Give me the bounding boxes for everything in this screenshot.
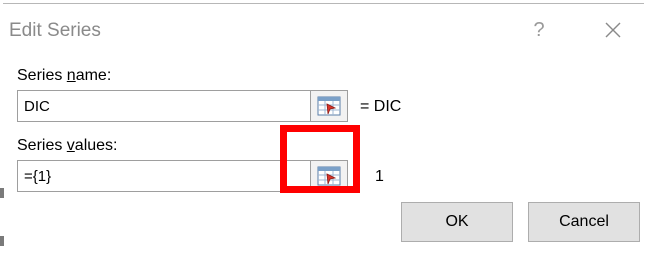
series-name-input[interactable]: DIC [17, 90, 311, 122]
edit-series-dialog: Edit Series ? Series name: DIC = DIC Ser… [3, 3, 644, 252]
series-name-range-button[interactable] [310, 90, 348, 122]
background-edge-mark [0, 188, 4, 198]
dialog-titlebar: Edit Series ? [3, 4, 644, 58]
series-values-label: Series values: [17, 137, 118, 154]
close-icon [605, 22, 621, 38]
series-name-label: Series name: [17, 67, 112, 84]
series-name-value: DIC [24, 98, 50, 115]
series-values-input[interactable]: ={1} [17, 160, 311, 192]
background-edge-mark [0, 236, 4, 246]
series-name-result: = DIC [360, 98, 402, 115]
cancel-button[interactable]: Cancel [528, 202, 640, 242]
close-button[interactable] [599, 16, 627, 44]
dialog-title: Edit Series [9, 20, 101, 41]
ok-button[interactable]: OK [401, 202, 513, 242]
series-values-value: ={1} [24, 168, 52, 185]
highlight-box [280, 125, 360, 193]
range-select-icon [317, 96, 341, 116]
series-values-result: 1 [375, 168, 384, 185]
help-button[interactable]: ? [525, 16, 553, 44]
page: Edit Series ? Series name: DIC = DIC Ser… [0, 0, 647, 254]
